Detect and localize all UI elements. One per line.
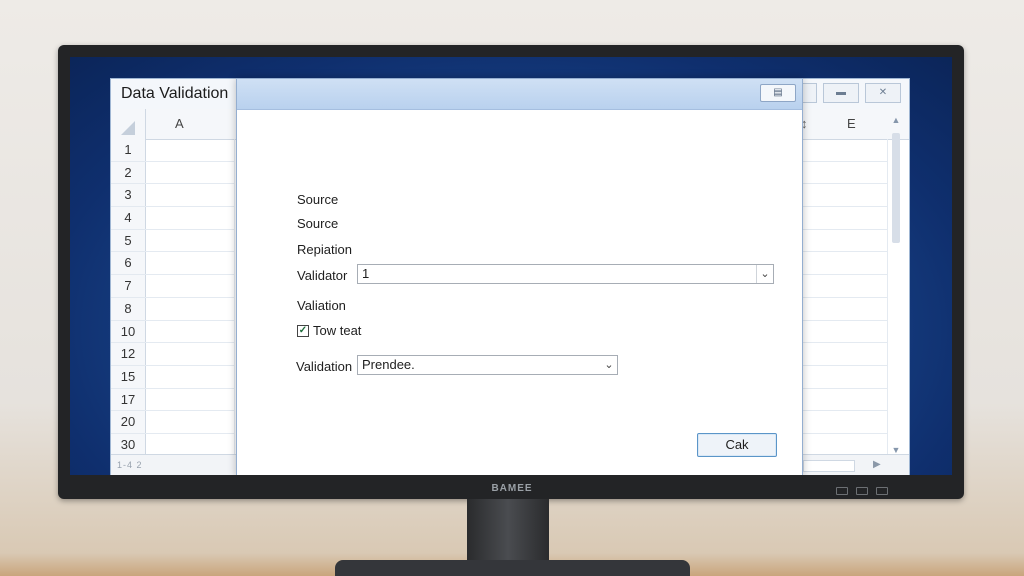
- scroll-up-icon[interactable]: ▲: [889, 115, 903, 125]
- sheet-tabs[interactable]: 1-4 2: [117, 460, 143, 470]
- column-header-a[interactable]: A: [175, 116, 184, 131]
- checkbox-label: Tow teat: [313, 323, 362, 338]
- validator-combo-value: 1: [362, 266, 370, 281]
- dialog-body: Source Source Repiation Validator 1 ⌄ Va…: [237, 110, 802, 475]
- row-number[interactable]: 3: [111, 184, 145, 208]
- validation-combo[interactable]: Prendee. ⌄: [357, 355, 618, 375]
- chevron-down-icon[interactable]: ⌄: [756, 265, 773, 283]
- source-label: Source: [297, 192, 339, 207]
- validation-combo-value: Prendee.: [362, 357, 415, 372]
- row-number[interactable]: 5: [111, 230, 145, 253]
- vertical-scrollbar[interactable]: ▲ ▼: [889, 115, 903, 455]
- monitor-button: [856, 487, 868, 495]
- window-title: Data Validation: [121, 85, 229, 102]
- column-header-e[interactable]: E: [847, 116, 856, 131]
- row-number[interactable]: 10: [111, 321, 145, 344]
- dialog-titlebar[interactable]: ▤: [237, 79, 802, 110]
- row-number[interactable]: 2: [111, 162, 145, 185]
- chevron-down-icon[interactable]: ⌄: [601, 356, 617, 374]
- validator-combo[interactable]: 1 ⌄: [357, 264, 774, 284]
- grid-column-a[interactable]: [145, 139, 235, 457]
- row-number[interactable]: 6: [111, 252, 145, 276]
- close-icon[interactable]: ✕: [865, 83, 901, 103]
- row-number[interactable]: 20: [111, 411, 145, 434]
- row-number[interactable]: 4: [111, 207, 145, 230]
- scroll-right-icon[interactable]: ▶: [873, 459, 881, 470]
- row-number[interactable]: 12: [111, 343, 145, 366]
- horizontal-scrollbar[interactable]: [803, 460, 855, 472]
- row-number[interactable]: 17: [111, 389, 145, 412]
- row-number[interactable]: 1: [111, 139, 145, 162]
- ok-button[interactable]: Cak: [697, 433, 777, 457]
- source-label-2: Source: [297, 216, 339, 231]
- row-number[interactable]: 8: [111, 298, 145, 321]
- close-icon[interactable]: ▤: [760, 84, 796, 102]
- validation-select-label: Validation: [296, 359, 353, 374]
- row-number[interactable]: 7: [111, 275, 145, 298]
- row-number[interactable]: 15: [111, 366, 145, 389]
- tow-teat-checkbox[interactable]: ✓: [297, 325, 309, 337]
- validator-label: Validator: [297, 268, 348, 283]
- monitor-button: [876, 487, 888, 495]
- data-validation-dialog: ▤ Source Source Repiation Validator 1 ⌄ …: [236, 78, 803, 475]
- select-all-corner[interactable]: [111, 109, 146, 139]
- monitor-buttons: [836, 487, 888, 495]
- grid-column-e[interactable]: [803, 139, 888, 457]
- repiation-label: Repiation: [297, 242, 352, 257]
- minimize-icon[interactable]: ▬: [823, 83, 859, 103]
- validation-label: Valiation: [297, 298, 346, 313]
- screen: Data Validation ▤ ▬ ✕ A ↕ E 1 2 3 4 5 6 …: [70, 57, 952, 475]
- monitor-stand-base: [335, 560, 690, 576]
- scroll-thumb[interactable]: [892, 133, 900, 243]
- monitor-brand: BAMEE: [491, 483, 533, 494]
- monitor-button: [836, 487, 848, 495]
- row-numbers: 1 2 3 4 5 6 7 8 10 12 15 17 20 30: [111, 139, 146, 457]
